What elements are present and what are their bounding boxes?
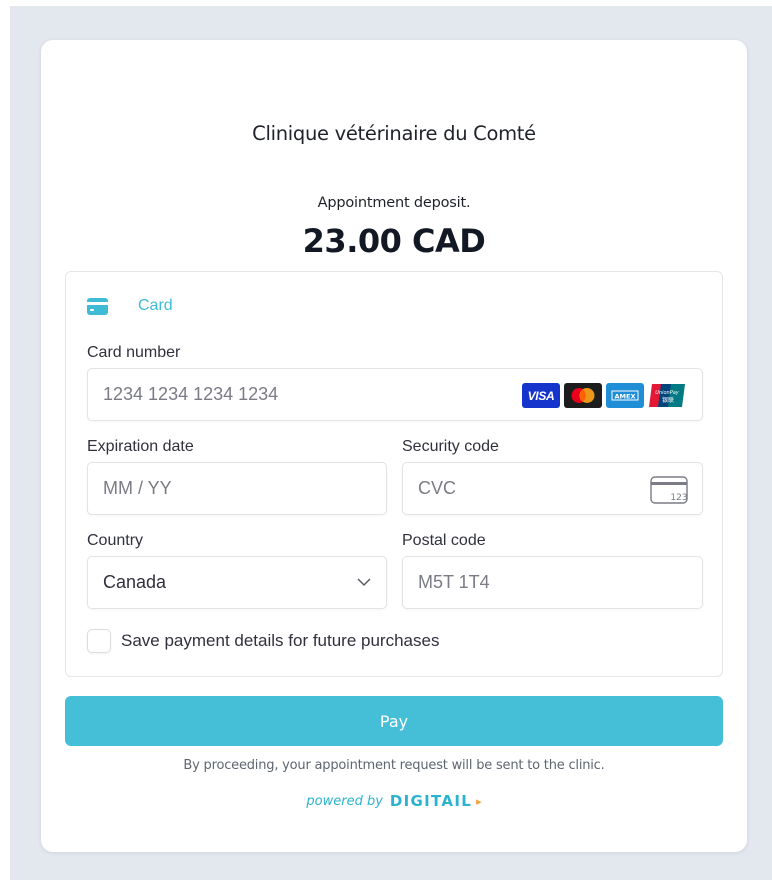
card-number-input[interactable]: 1234 1234 1234 1234 VISA AMEX UnionPay 银… <box>87 368 703 421</box>
card-number-label: Card number <box>87 344 181 361</box>
svg-text:UnionPay: UnionPay <box>655 390 680 396</box>
payment-element: Card Card number 1234 1234 1234 1234 VIS… <box>65 271 723 677</box>
unionpay-icon: UnionPay 银联 <box>648 383 686 408</box>
pay-button[interactable]: Pay <box>65 696 723 746</box>
security-code-label: Security code <box>402 438 499 455</box>
security-code-placeholder: CVC <box>418 478 457 498</box>
clinic-name: Clinique vétérinaire du Comté <box>252 122 536 145</box>
tab-card[interactable]: Card <box>87 294 173 318</box>
powered-by-label: powered by <box>306 793 383 809</box>
save-details-checkbox[interactable] <box>87 629 111 653</box>
card-number-placeholder: 1234 1234 1234 1234 <box>103 384 279 404</box>
visa-icon: VISA <box>522 383 560 408</box>
save-details-label[interactable]: Save payment details for future purchase… <box>121 631 439 651</box>
country-select[interactable]: Canada <box>87 556 387 609</box>
country-label: Country <box>87 532 144 549</box>
checkout-card: Clinique vétérinaire du Comté Appointmen… <box>41 40 747 852</box>
cvc-card-icon: 123 <box>650 476 688 504</box>
amex-icon: AMEX <box>606 383 644 408</box>
country-value: Canada <box>103 572 167 592</box>
cvc-icon-text: 123 <box>670 493 687 503</box>
postal-code-placeholder: M5T 1T4 <box>418 572 490 592</box>
tab-card-label: Card <box>138 297 173 314</box>
save-details-row: Save payment details for future purchase… <box>87 629 439 653</box>
payment-amount: 23.00 CAD <box>302 222 486 260</box>
svg-text:银联: 银联 <box>662 396 674 404</box>
amex-icon-text: AMEX <box>615 393 636 401</box>
postal-code-label: Postal code <box>402 532 486 549</box>
postal-code-input[interactable]: M5T 1T4 <box>402 556 703 609</box>
digitail-logo: DIGITAIL <box>389 792 473 810</box>
mastercard-icon <box>564 383 602 408</box>
chevron-down-icon <box>357 578 371 587</box>
powered-by-footer[interactable]: powered by DIGITAIL ▸ <box>41 792 747 810</box>
payment-description: Appointment deposit. <box>317 195 471 211</box>
security-code-input[interactable]: CVC 123 <box>402 462 703 515</box>
expiration-date-input[interactable]: MM / YY <box>87 462 387 515</box>
digitail-mark-icon: ▸ <box>476 795 482 808</box>
expiration-date-placeholder: MM / YY <box>103 478 172 498</box>
credit-card-icon <box>87 297 108 315</box>
expiration-date-label: Expiration date <box>87 438 194 455</box>
card-brand-list: VISA AMEX UnionPay 银联 <box>522 383 686 408</box>
disclaimer-text: By proceeding, your appointment request … <box>183 758 605 773</box>
